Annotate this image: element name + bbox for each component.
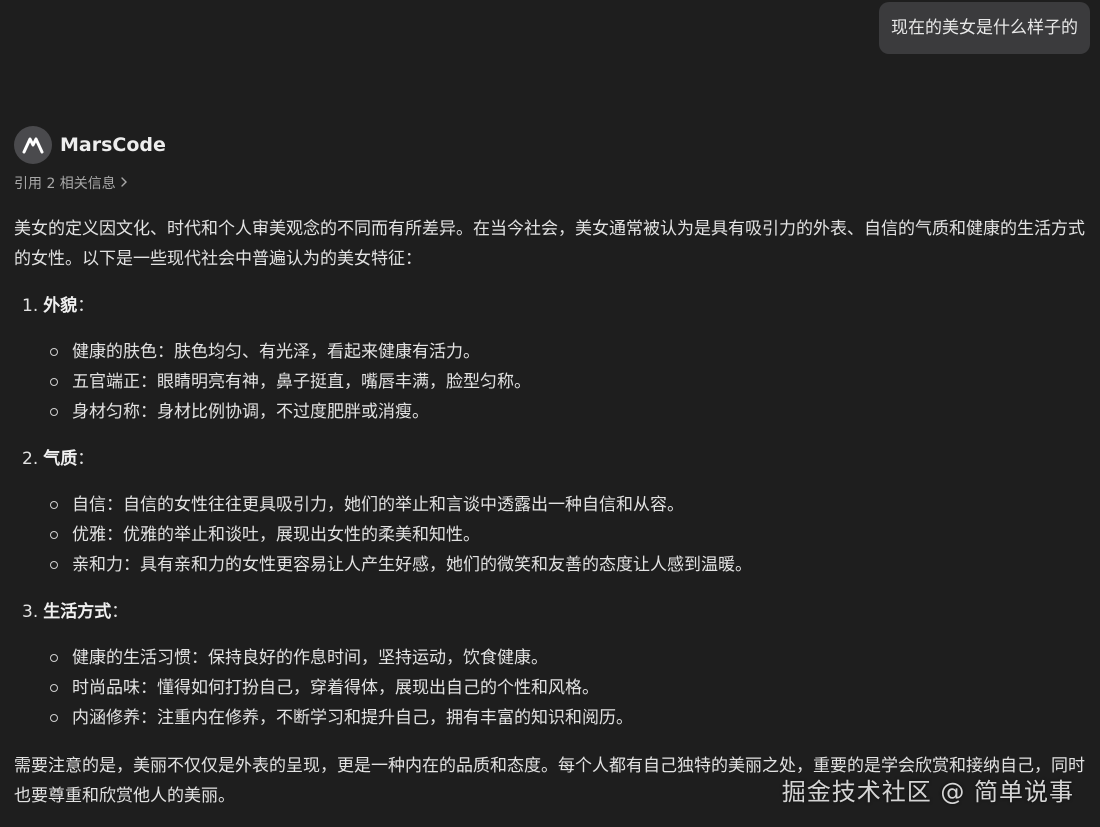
answer-section: 2. 气质 ： 自信：自信的女性往往更具吸引力，她们的举止和言谈中透露出一种自信… (14, 444, 1094, 580)
section-title: 气质 (43, 449, 78, 469)
bullet-list: 自信：自信的女性往往更具吸引力，她们的举止和言谈中透露出一种自信和从容。 优雅：… (14, 490, 1094, 580)
section-colon: ： (77, 296, 95, 316)
list-item: 内涵修养：注重内在修养，不断学习和提升自己，拥有丰富的知识和阅历。 (50, 703, 1094, 733)
list-item-text: 身材匀称：身材比例协调，不过度肥胖或消瘦。 (72, 402, 429, 422)
list-item: 亲和力：具有亲和力的女性更容易让人产生好感，她们的微笑和友善的态度让人感到温暖。 (50, 550, 1094, 580)
section-heading: 3. 生活方式 ： (14, 597, 1094, 627)
bullet-circle-icon (50, 408, 58, 416)
section-number: 3. (22, 602, 39, 622)
list-item: 优雅：优雅的举止和谈吐，展现出女性的柔美和知性。 (50, 520, 1094, 550)
answer-section: 3. 生活方式 ： 健康的生活习惯：保持良好的作息时间，坚持运动，饮食健康。 时… (14, 597, 1094, 733)
bullet-circle-icon (50, 684, 58, 692)
list-item-text: 时尚品味：懂得如何打扮自己，穿着得体，展现出自己的个性和风格。 (72, 678, 599, 698)
bullet-circle-icon (50, 654, 58, 662)
list-item-text: 亲和力：具有亲和力的女性更容易让人产生好感，她们的微笑和友善的态度让人感到温暖。 (72, 555, 752, 575)
section-title: 外貌 (43, 296, 78, 316)
list-item-text: 健康的肤色：肤色均匀、有光泽，看起来健康有活力。 (72, 342, 480, 362)
references-label: 引用 2 相关信息 (14, 176, 116, 192)
section-heading: 2. 气质 ： (14, 444, 1094, 474)
assistant-name: MarsCode (60, 134, 166, 156)
list-item-text: 五官端正：眼睛明亮有神，鼻子挺直，嘴唇丰满，脸型匀称。 (72, 372, 531, 392)
bullet-circle-icon (50, 378, 58, 386)
bullet-circle-icon (50, 561, 58, 569)
list-item: 健康的肤色：肤色均匀、有光泽，看起来健康有活力。 (50, 337, 1094, 367)
list-item-text: 内涵修养：注重内在修养，不断学习和提升自己，拥有丰富的知识和阅历。 (72, 708, 633, 728)
list-item: 时尚品味：懂得如何打扮自己，穿着得体，展现出自己的个性和风格。 (50, 673, 1094, 703)
marscode-logo-icon (14, 126, 52, 164)
answer-section: 1. 外貌 ： 健康的肤色：肤色均匀、有光泽，看起来健康有活力。 五官端正：眼睛… (14, 291, 1094, 427)
section-number: 1. (22, 296, 39, 316)
bullet-circle-icon (50, 714, 58, 722)
assistant-answer: 美女的定义因文化、时代和个人审美观念的不同而有所差异。在当今社会，美女通常被认为… (14, 214, 1094, 811)
bullet-circle-icon (50, 531, 58, 539)
list-item-text: 自信：自信的女性往往更具吸引力，她们的举止和言谈中透露出一种自信和从容。 (72, 495, 684, 515)
list-item-text: 优雅：优雅的举止和谈吐，展现出女性的柔美和知性。 (72, 525, 480, 545)
section-number: 2. (22, 449, 39, 469)
list-item: 五官端正：眼睛明亮有神，鼻子挺直，嘴唇丰满，脸型匀称。 (50, 367, 1094, 397)
assistant-header: MarsCode (14, 126, 166, 164)
bullet-list: 健康的肤色：肤色均匀、有光泽，看起来健康有活力。 五官端正：眼睛明亮有神，鼻子挺… (14, 337, 1094, 427)
section-heading: 1. 外貌 ： (14, 291, 1094, 321)
references-link[interactable]: 引用 2 相关信息 (14, 172, 128, 196)
user-message-bubble: 现在的美女是什么样子的 (879, 2, 1090, 54)
list-item-text: 健康的生活习惯：保持良好的作息时间，坚持运动，饮食健康。 (72, 648, 548, 668)
list-item: 健康的生活习惯：保持良好的作息时间，坚持运动，饮食健康。 (50, 643, 1094, 673)
section-colon: ： (111, 602, 129, 622)
answer-closing: 需要注意的是，美丽不仅仅是外表的呈现，更是一种内在的品质和态度。每个人都有自己独… (14, 756, 1085, 806)
bullet-circle-icon (50, 501, 58, 509)
section-title: 生活方式 (43, 602, 112, 622)
chat-page: 现在的美女是什么样子的 MarsCode 引用 2 相关信息 美女的定义因文化、… (0, 0, 1100, 827)
chevron-right-icon (120, 172, 128, 196)
section-colon: ： (77, 449, 95, 469)
list-item: 自信：自信的女性往往更具吸引力，她们的举止和言谈中透露出一种自信和从容。 (50, 490, 1094, 520)
list-item: 身材匀称：身材比例协调，不过度肥胖或消瘦。 (50, 397, 1094, 427)
bullet-list: 健康的生活习惯：保持良好的作息时间，坚持运动，饮食健康。 时尚品味：懂得如何打扮… (14, 643, 1094, 733)
answer-intro: 美女的定义因文化、时代和个人审美观念的不同而有所差异。在当今社会，美女通常被认为… (14, 219, 1085, 269)
bullet-circle-icon (50, 348, 58, 356)
